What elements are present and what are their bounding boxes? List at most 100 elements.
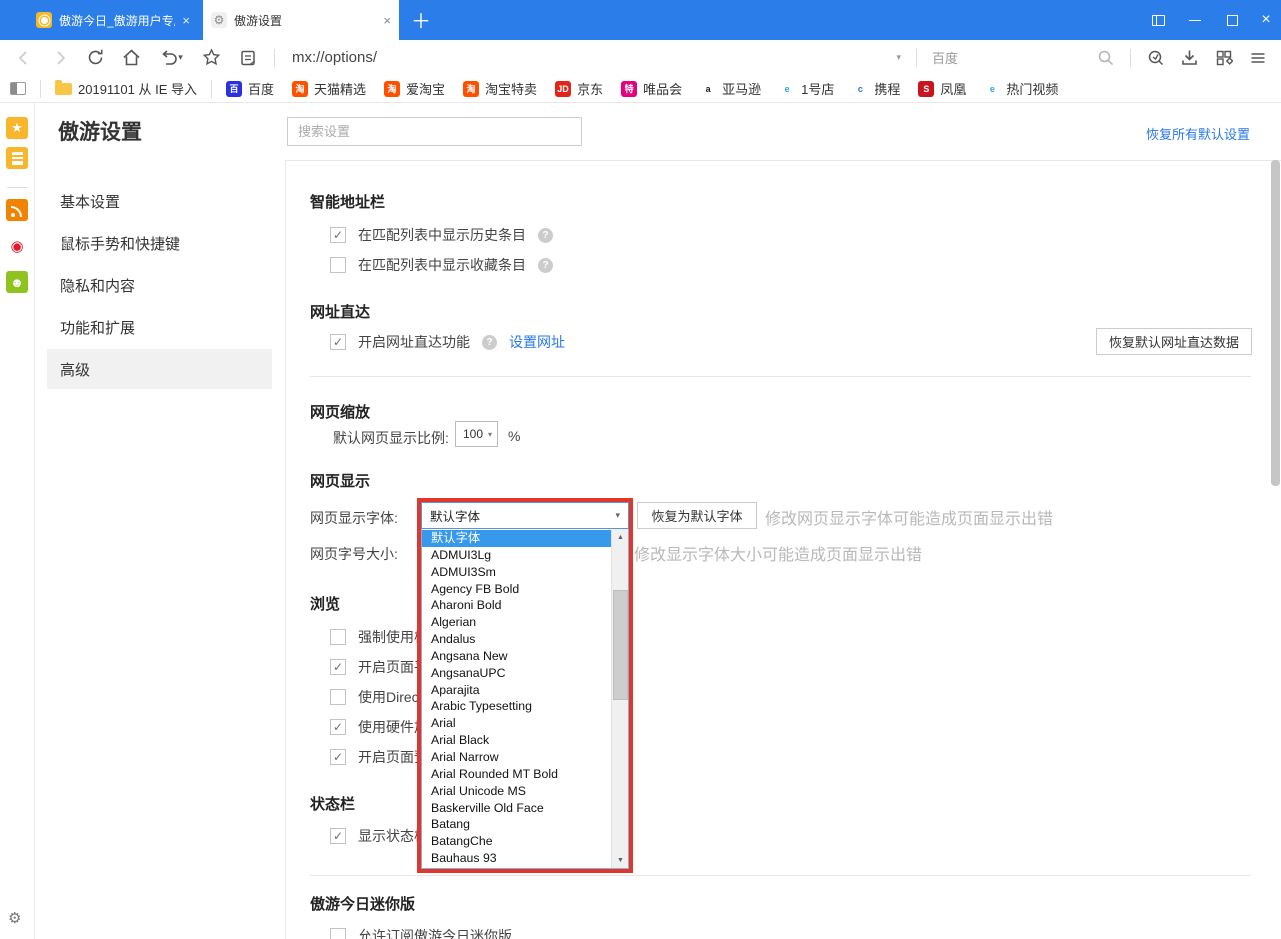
favorite-star-icon[interactable]: [202, 48, 221, 67]
tab-close-icon[interactable]: ×: [182, 13, 190, 28]
scrollbar-thumb[interactable]: [613, 590, 628, 700]
favorites-star-icon[interactable]: ★: [6, 117, 28, 139]
smiley-app-icon[interactable]: ☻: [6, 271, 28, 293]
font-option[interactable]: Arial: [422, 715, 628, 732]
font-option[interactable]: Arial Rounded MT Bold: [422, 766, 628, 783]
window-close-button[interactable]: ×: [1259, 13, 1273, 27]
undo-closed-tabs-icon[interactable]: ▾: [158, 48, 185, 67]
help-icon[interactable]: [538, 258, 553, 273]
bookmark-item[interactable]: a亚马逊: [700, 79, 761, 98]
bookmark-item[interactable]: S凤凰: [918, 79, 966, 98]
bookmark-item[interactable]: JD京东: [555, 79, 603, 98]
restore-url-direct-button[interactable]: 恢复默认网址直达数据: [1096, 328, 1252, 355]
percent-sign: %: [508, 428, 520, 444]
bookmark-folder[interactable]: 20191101 从 IE 导入: [55, 79, 197, 98]
zoom-ratio-select[interactable]: 100 ▾: [455, 421, 498, 447]
maximize-button[interactable]: [1225, 13, 1239, 27]
bookmark-item[interactable]: 淘淘宝特卖: [463, 79, 537, 98]
address-dropdown-icon[interactable]: ▾: [896, 52, 901, 63]
bookmark-item[interactable]: c携程: [852, 79, 900, 98]
font-option[interactable]: Batang: [422, 816, 628, 833]
search-icon[interactable]: [1096, 48, 1115, 67]
restore-all-defaults-link[interactable]: 恢复所有默认设置: [1146, 124, 1250, 143]
scroll-up-icon[interactable]: ▲: [612, 529, 629, 545]
bookmark-item[interactable]: 淘天猫精选: [292, 79, 366, 98]
font-option[interactable]: Baskerville Old Face: [422, 800, 628, 817]
sidebar-item-3[interactable]: 功能和扩展: [47, 307, 272, 347]
minimize-button[interactable]: [1188, 13, 1202, 27]
rail-settings-gear-icon[interactable]: ⚙: [8, 909, 21, 927]
section-title-page-zoom: 网页缩放: [310, 401, 370, 422]
tab-close-icon[interactable]: ×: [383, 13, 391, 28]
dropdown-scrollbar[interactable]: ▲ ▼: [611, 529, 628, 868]
rss-icon[interactable]: [6, 199, 28, 221]
checkbox-directwrite[interactable]: [330, 689, 346, 705]
font-option[interactable]: Arial Unicode MS: [422, 783, 628, 800]
font-select[interactable]: 默认字体 ▾: [421, 502, 629, 529]
font-option[interactable]: 默认字体: [422, 530, 628, 547]
sidebar-item-1[interactable]: 鼠标手势和快捷键: [47, 223, 272, 263]
checkbox-smooth-scroll[interactable]: ✓: [330, 659, 346, 675]
forward-icon[interactable]: [50, 48, 69, 67]
help-icon[interactable]: [538, 228, 553, 243]
new-tab-button[interactable]: ＋: [408, 6, 434, 32]
bookmark-item[interactable]: 淘爱淘宝: [384, 79, 445, 98]
bookmark-item[interactable]: e热门视频: [984, 79, 1058, 98]
refresh-icon[interactable]: [86, 48, 105, 67]
bookmark-favicon-icon: S: [918, 81, 934, 97]
tab-maxthon-today[interactable]: 傲游今日_傲游用户专属的页 ×: [28, 0, 198, 40]
font-option[interactable]: BatangChe: [422, 833, 628, 850]
back-icon[interactable]: [14, 48, 33, 67]
font-option[interactable]: ADMUI3Sm: [422, 564, 628, 581]
home-icon[interactable]: [122, 48, 141, 67]
checkbox-force-mode[interactable]: [330, 629, 346, 645]
resource-sniffer-icon[interactable]: [1146, 48, 1165, 67]
checkbox-url-direct[interactable]: ✓: [330, 334, 346, 350]
sidebar-item-2[interactable]: 隐私和内容: [47, 265, 272, 305]
page-scrollbar-thumb[interactable]: [1271, 160, 1280, 486]
font-option[interactable]: ADMUI3Lg: [422, 547, 628, 564]
font-option[interactable]: Arabic Typesetting: [422, 698, 628, 715]
sidebar-item-4[interactable]: 高级: [47, 349, 272, 389]
font-option[interactable]: AngsanaUPC: [422, 665, 628, 682]
apps-grid-icon[interactable]: [1214, 48, 1233, 67]
search-settings-input[interactable]: [287, 117, 582, 146]
split-screen-icon[interactable]: [1151, 13, 1165, 27]
font-option[interactable]: Arial Narrow: [422, 749, 628, 766]
sidebar-item-0[interactable]: 基本设置: [47, 181, 272, 221]
checkbox-show-favorites[interactable]: [330, 257, 346, 273]
font-option[interactable]: Aparajita: [422, 682, 628, 699]
font-option[interactable]: Aharoni Bold: [422, 597, 628, 614]
tab-settings[interactable]: ⚙ 傲游设置 ×: [203, 0, 399, 40]
bookmarks-bar: 20191101 从 IE 导入 百百度淘天猫精选淘爱淘宝淘淘宝特卖 JD京东特唯…: [0, 75, 1281, 103]
bookmark-item[interactable]: 百百度: [226, 79, 274, 98]
zoom-ratio-label: 默认网页显示比例:: [333, 428, 449, 448]
restore-default-font-button[interactable]: 恢复为默认字体: [637, 502, 757, 529]
font-option[interactable]: Angsana New: [422, 648, 628, 665]
font-option[interactable]: Algerian: [422, 614, 628, 631]
bookmark-favicon-icon: 淘: [463, 81, 479, 97]
bookmark-item[interactable]: e1号店: [779, 79, 834, 98]
search-engine-field[interactable]: 百度: [932, 48, 958, 67]
checkbox-show-statusbar[interactable]: ✓: [330, 828, 346, 844]
font-option[interactable]: Arial Black: [422, 732, 628, 749]
address-bar[interactable]: mx://options/: [292, 49, 377, 66]
set-urls-link[interactable]: 设置网址: [509, 332, 565, 352]
font-option[interactable]: Agency FB Bold: [422, 581, 628, 598]
sidebar-toggle-icon[interactable]: [10, 82, 26, 95]
checkbox-hardware-accel[interactable]: ✓: [330, 719, 346, 735]
help-icon[interactable]: [482, 335, 497, 350]
menu-icon[interactable]: [1248, 48, 1267, 67]
checkbox-show-history[interactable]: ✓: [330, 227, 346, 243]
notes-icon[interactable]: [6, 147, 28, 169]
snap-note-icon[interactable]: [238, 48, 257, 67]
font-option[interactable]: Bauhaus 93: [422, 850, 628, 867]
divider: [40, 80, 41, 98]
font-option[interactable]: Andalus: [422, 631, 628, 648]
bookmark-item[interactable]: 特唯品会: [621, 79, 682, 98]
checkbox-mini-subscribe[interactable]: [330, 928, 346, 939]
scroll-down-icon[interactable]: ▼: [612, 852, 629, 868]
weibo-icon[interactable]: ◉: [6, 235, 28, 257]
download-icon[interactable]: [1180, 48, 1199, 67]
checkbox-page-preload[interactable]: ✓: [330, 749, 346, 765]
